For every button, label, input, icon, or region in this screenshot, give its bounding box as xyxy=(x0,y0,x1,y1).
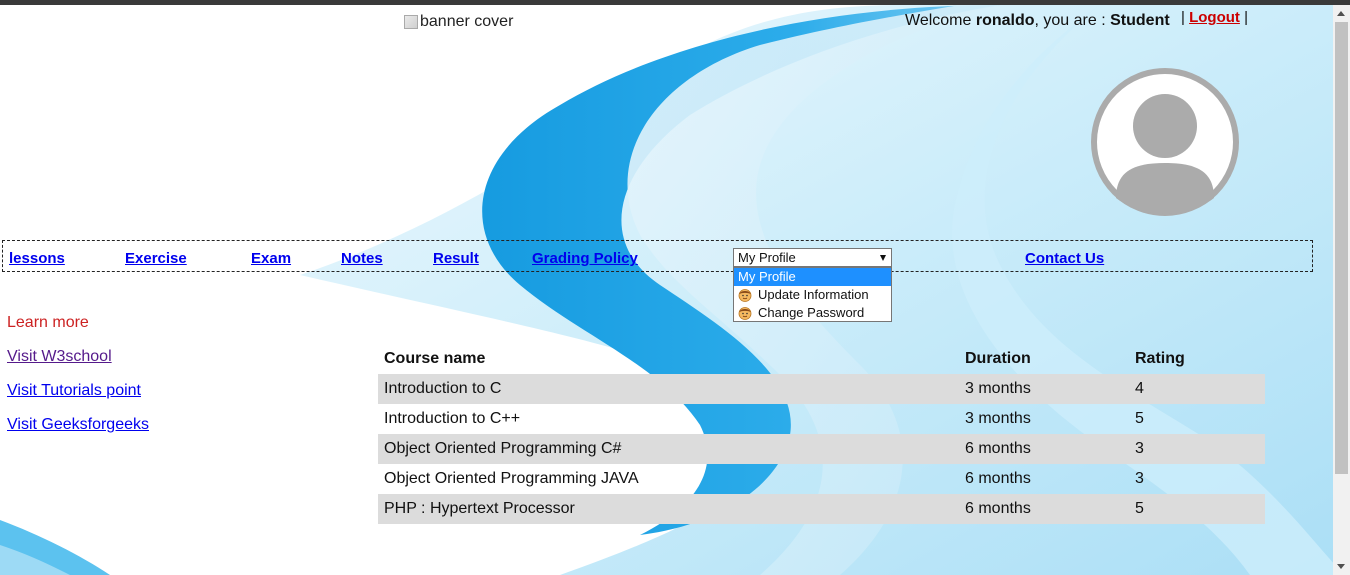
duration-cell: 3 months xyxy=(965,410,1031,427)
profile-select-value: My Profile xyxy=(738,250,796,265)
nav-result-link[interactable]: Result xyxy=(433,250,479,267)
logout-separator-right: | xyxy=(1244,9,1248,26)
option-change-password[interactable]: Change Password xyxy=(734,304,891,322)
table-row: PHP : Hypertext Processor 6 months 5 xyxy=(378,494,1265,524)
nav-grading-policy-link[interactable]: Grading Policy xyxy=(532,250,638,267)
course-table: Course name Duration Rating Introduction… xyxy=(378,344,1265,524)
scrollbar-thumb[interactable] xyxy=(1335,22,1348,474)
nav-lessons-link[interactable]: lessons xyxy=(9,250,65,267)
rating-cell: 3 xyxy=(1135,440,1144,457)
table-row: Introduction to C 3 months 4 xyxy=(378,374,1265,404)
scroll-up-arrow-icon[interactable] xyxy=(1333,5,1350,22)
header-course-name: Course name xyxy=(384,350,486,367)
main-nav-bar: lessons Exercise Exam Notes Result Gradi… xyxy=(2,240,1313,272)
rating-cell: 5 xyxy=(1135,410,1144,427)
table-row: Object Oriented Programming JAVA 6 month… xyxy=(378,464,1265,494)
welcome-prefix: Welcome xyxy=(905,12,972,29)
profile-select[interactable]: My Profile xyxy=(733,248,892,267)
logout-group: | Logout | xyxy=(1181,9,1248,26)
person-face-icon xyxy=(738,307,752,320)
duration-cell: 3 months xyxy=(965,380,1031,397)
welcome-username: ronaldo xyxy=(975,12,1035,29)
course-name-cell: Object Oriented Programming JAVA xyxy=(384,470,639,487)
course-name-cell: PHP : Hypertext Processor xyxy=(384,500,575,517)
nav-notes-link[interactable]: Notes xyxy=(341,250,383,267)
visit-w3school-link[interactable]: Visit W3school xyxy=(7,348,112,366)
course-name-cell: Introduction to C xyxy=(384,380,502,397)
duration-cell: 6 months xyxy=(965,470,1031,487)
duration-cell: 6 months xyxy=(965,500,1031,517)
banner-alt-text: banner cover xyxy=(420,13,514,30)
table-row: Introduction to C++ 3 months 5 xyxy=(378,404,1265,434)
option-my-profile[interactable]: My Profile xyxy=(734,268,891,286)
course-name-cell: Introduction to C++ xyxy=(384,410,521,427)
welcome-role: Student xyxy=(1110,12,1170,29)
scroll-down-arrow-icon[interactable] xyxy=(1333,558,1350,575)
avatar-icon xyxy=(1091,68,1239,216)
option-change-password-label: Change Password xyxy=(758,305,865,320)
vertical-scrollbar[interactable] xyxy=(1333,5,1350,575)
rating-cell: 4 xyxy=(1135,380,1144,397)
rating-cell: 5 xyxy=(1135,500,1144,517)
learn-more-heading: Learn more xyxy=(7,314,89,331)
visit-geeksforgeeks-link[interactable]: Visit Geeksforgeeks xyxy=(7,416,149,434)
rating-cell: 3 xyxy=(1135,470,1144,487)
header-rating: Rating xyxy=(1135,350,1185,367)
person-face-icon xyxy=(738,289,752,302)
banner-image: banner cover xyxy=(404,13,513,31)
broken-image-icon xyxy=(404,15,418,29)
welcome-middle: , you are : xyxy=(1034,12,1106,29)
course-name-cell: Object Oriented Programming C# xyxy=(384,440,622,457)
header-duration: Duration xyxy=(965,350,1031,367)
nav-exercise-link[interactable]: Exercise xyxy=(125,250,187,267)
option-my-profile-label: My Profile xyxy=(738,269,796,284)
logout-separator-left: | xyxy=(1181,9,1185,26)
option-update-information[interactable]: Update Information xyxy=(734,286,891,304)
table-row: Object Oriented Programming C# 6 months … xyxy=(378,434,1265,464)
nav-exam-link[interactable]: Exam xyxy=(251,250,291,267)
profile-dropdown-list: My Profile Update Information Change Pas… xyxy=(733,267,892,322)
visit-tutorials-point-link[interactable]: Visit Tutorials point xyxy=(7,382,141,400)
welcome-message: Welcome ronaldo, you are : Student xyxy=(905,12,1170,30)
logout-link[interactable]: Logout xyxy=(1189,9,1240,26)
dropdown-arrow-icon xyxy=(880,255,886,261)
nav-contact-us-link[interactable]: Contact Us xyxy=(1025,250,1104,267)
option-update-information-label: Update Information xyxy=(758,287,869,302)
duration-cell: 6 months xyxy=(965,440,1031,457)
table-header-row: Course name Duration Rating xyxy=(378,344,1265,374)
